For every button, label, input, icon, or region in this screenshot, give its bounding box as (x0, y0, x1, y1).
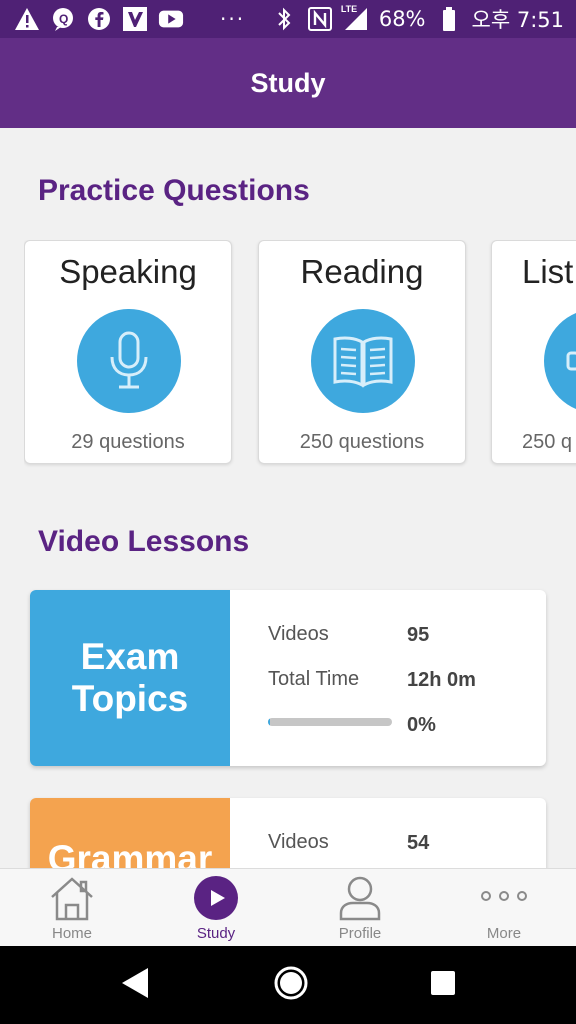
svg-text:Q: Q (59, 12, 68, 26)
nav-profile-label: Profile (338, 925, 382, 942)
profile-icon (337, 875, 383, 921)
practice-cards-carousel[interactable]: Speaking 29 questions Reading 250 questi… (24, 240, 576, 468)
videos-count: 95 (407, 624, 430, 646)
clock: 오후 7:51 (471, 8, 564, 32)
reading-card-title: Reading (300, 253, 424, 290)
back-icon[interactable] (120, 966, 152, 1005)
progress-bar (268, 718, 392, 726)
nav-home-label: Home (51, 925, 92, 942)
status-right: LTE 68% 오후 7:51 (271, 4, 564, 34)
nav-study-label: Study (196, 925, 236, 942)
network-type: LTE (340, 4, 358, 14)
book-icon (311, 309, 415, 413)
exam-topics-title-line2: Topics (71, 678, 189, 719)
speaking-card-title: Speaking (59, 253, 197, 290)
youtube-icon (158, 6, 184, 32)
exam-topics-thumbnail: Exam Topics (30, 590, 230, 766)
speaking-card[interactable]: Speaking 29 questions (24, 240, 232, 464)
speaking-card-count: 29 questions (71, 431, 185, 453)
listening-card-count: 250 q (522, 431, 573, 453)
listening-card[interactable]: List 250 q (491, 240, 576, 464)
microphone-icon (77, 309, 181, 413)
total-time-label: Total Time (268, 668, 360, 690)
total-time-value: 12h 0m (407, 669, 476, 691)
progress-percent: 0% (407, 714, 436, 736)
status-bar: Q ··· LTE 68% 오후 7:51 (0, 0, 576, 38)
bottom-navigation: Home Study Profile More (0, 868, 576, 946)
warning-icon (14, 6, 40, 32)
progress-bar-fill (268, 718, 271, 726)
signal-icon: LTE (340, 4, 369, 32)
nav-more[interactable]: More (432, 869, 576, 947)
video-lessons-heading: Video Lessons (38, 525, 250, 558)
reading-card-count: 250 questions (299, 431, 425, 453)
chat-icon: Q (50, 6, 76, 32)
home-icon (48, 875, 96, 921)
exam-topics-title-line1: Exam (80, 636, 180, 677)
listening-card-title: List (522, 253, 574, 290)
app-bar: Study (0, 38, 576, 128)
grammar-videos-label: Videos (268, 831, 329, 853)
bluetooth-icon (271, 6, 297, 32)
battery-percent: 68% (378, 7, 426, 31)
reading-card[interactable]: Reading 250 questions (258, 240, 466, 464)
nav-study[interactable]: Study (144, 869, 288, 947)
app-icon (122, 6, 148, 32)
nav-home[interactable]: Home (0, 869, 144, 947)
grammar-videos-count: 54 (407, 832, 430, 854)
play-icon (193, 875, 239, 921)
page-title: Study (250, 67, 326, 98)
practice-questions-heading: Practice Questions (38, 174, 310, 207)
more-icon (481, 875, 527, 921)
battery-icon (436, 6, 462, 32)
nav-more-label: More (486, 925, 522, 942)
videos-label: Videos (268, 623, 329, 645)
facebook-icon (86, 6, 112, 32)
system-navigation-bar (0, 946, 576, 1024)
status-left: Q ··· (14, 6, 245, 32)
exam-topics-lesson-card[interactable]: Exam Topics Videos 95 Total Time 12h 0m … (30, 590, 546, 766)
home-button-icon[interactable] (273, 965, 309, 1006)
recents-icon[interactable] (430, 970, 456, 1001)
status-dots: ··· (220, 7, 246, 31)
nfc-icon (307, 6, 333, 32)
headphones-icon (544, 309, 576, 413)
nav-profile[interactable]: Profile (288, 869, 432, 947)
